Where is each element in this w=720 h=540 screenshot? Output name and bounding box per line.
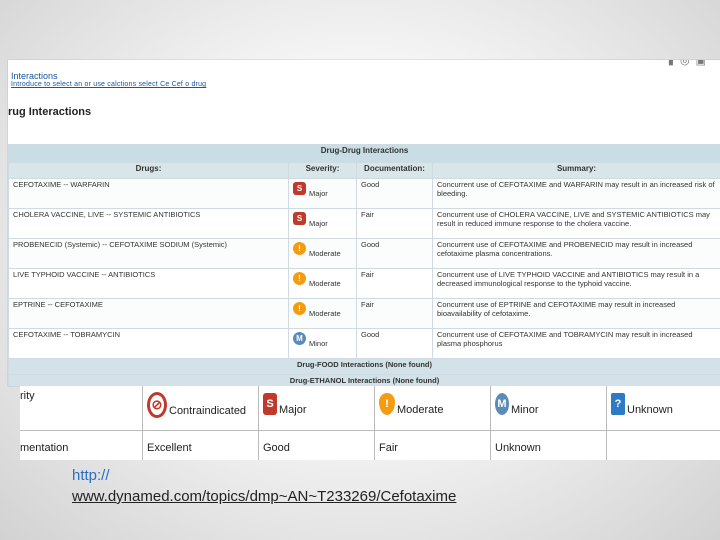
bookmark-icon[interactable]: ◎ xyxy=(680,60,696,67)
legend-severity-unknown: ? Unknown xyxy=(606,386,720,430)
legend-documentation-text: Excellent xyxy=(147,442,192,454)
moderate-severity-icon: ! xyxy=(293,272,306,285)
severity-cell: S Major xyxy=(288,208,357,239)
minor-severity-icon: M xyxy=(293,332,306,345)
drugs-cell[interactable]: CHOLERA VACCINE, LIVE -- SYSTEMIC ANTIBI… xyxy=(8,208,289,239)
legend-severity-label: rity xyxy=(20,390,35,402)
moderate-severity-icon: ! xyxy=(293,242,306,255)
interactions-screenshot: fotaxime ▮◎▣ Interactions Introduce to s… xyxy=(8,60,720,386)
drug-interactions-table: Drug-Drug Interactions Drugs: Severity: … xyxy=(8,144,720,386)
severity-cell: ! Moderate xyxy=(288,268,357,299)
legend-severity-text: Contraindicated xyxy=(169,405,247,417)
legend-severity-text: Minor xyxy=(511,404,539,416)
severity-cell: ! Moderate xyxy=(288,298,357,329)
documentation-cell: Fair xyxy=(356,298,433,329)
table-row: CHOLERA VACCINE, LIVE -- SYSTEMIC ANTIBI… xyxy=(8,208,720,239)
table-body: CEFOTAXIME -- WARFARIN S Major Good Concurre… xyxy=(8,178,720,359)
legend-documentation-text: Good xyxy=(263,442,290,454)
legend-documentation-cell: Good xyxy=(258,431,374,460)
legend-row-label: rity xyxy=(20,386,142,430)
drugs-cell[interactable]: LIVE TYPHOID VACCINE -- ANTIBIOTICS xyxy=(8,268,289,299)
legend-severity-text: Unknown xyxy=(627,404,673,416)
column-header-documentation: Documentation: xyxy=(356,162,433,179)
source-url[interactable]: http:// www.dynamed.com/topics/dmp~AN~T2… xyxy=(72,465,456,507)
summary-cell: Concurrent use of EPTRINE and CEFOTAXIME… xyxy=(432,298,720,329)
legend-documentation-cell: Fair xyxy=(374,431,490,460)
major-severity-icon: S xyxy=(293,182,306,195)
subnav-link[interactable]: Introduce to select an or use calctions … xyxy=(11,81,206,88)
legend-documentation-cell: Excellent xyxy=(142,431,258,460)
legend-severity-row: rity ⊘ Contraindicated S Major! Moderate M Min… xyxy=(20,386,720,430)
app-title: fotaxime xyxy=(8,60,74,65)
table-row: PROBENECID (Systemic) -- CEFOTAXIME SODI… xyxy=(8,238,720,269)
legend-severity-moderate: ! Moderate xyxy=(374,386,490,430)
drugs-cell[interactable]: CEFOTAXIME -- TOBRAMYCIN xyxy=(8,328,289,359)
severity-label: Moderate xyxy=(309,279,341,288)
moderate-severity-icon: ! xyxy=(293,302,306,315)
table-row: EPTRINE -- CEFOTAXIME! Moderate Fair Concur… xyxy=(8,298,720,329)
legend-severity-contra: ⊘ Contraindicated xyxy=(142,386,258,430)
legend-documentation-label: mentation xyxy=(20,442,69,454)
url-line-2[interactable]: www.dynamed.com/topics/dmp~AN~T233269/Ce… xyxy=(72,486,456,507)
printer-icon[interactable]: ▮ xyxy=(668,60,680,67)
legend-documentation-row: mentation Excellent Good Fair Unknown xyxy=(20,430,720,460)
food-interactions-row: Drug-FOOD Interactions (None found) xyxy=(8,358,720,375)
unknown-icon: ? xyxy=(611,393,625,415)
major-severity-icon: S xyxy=(293,212,306,225)
column-header-summary: Summary: xyxy=(432,162,720,179)
legend-row-label: mentation xyxy=(20,431,142,460)
top-toolbar: ▮◎▣ xyxy=(668,60,712,67)
summary-cell: Concurrent use of LIVE TYPHOID VACCINE a… xyxy=(432,268,720,299)
severity-legend: rity ⊘ Contraindicated S Major! Moderate M Min… xyxy=(20,386,720,460)
documentation-cell: Fair xyxy=(356,268,433,299)
table-row: LIVE TYPHOID VACCINE -- ANTIBIOTICS! Mode… xyxy=(8,268,720,299)
severity-label: Moderate xyxy=(309,249,341,258)
legend-severity-major: S Major xyxy=(258,386,374,430)
column-header-severity: Severity: xyxy=(288,162,357,179)
summary-cell: Concurrent use of CEFOTAXIME and WARFARI… xyxy=(432,178,720,209)
severity-cell: ! Moderate xyxy=(288,238,357,269)
contraindicated-icon: ⊘ xyxy=(147,392,167,418)
documentation-cell: Good xyxy=(356,328,433,359)
major-icon: S xyxy=(263,393,277,415)
section-title: rug Interactions xyxy=(8,106,92,118)
legend-severity-text: Major xyxy=(279,404,307,416)
documentation-cell: Good xyxy=(356,178,433,209)
severity-label: Minor xyxy=(309,339,328,348)
legend-severity-text: Moderate xyxy=(397,404,444,416)
close-icon[interactable]: ▣ xyxy=(696,60,712,67)
legend-empty-cell xyxy=(606,431,720,460)
ethanol-interactions-row: Drug-ETHANOL Interactions (None found) xyxy=(8,374,720,386)
drugs-cell[interactable]: PROBENECID (Systemic) -- CEFOTAXIME SODI… xyxy=(8,238,289,269)
severity-cell: M Minor xyxy=(288,328,357,359)
drugs-cell[interactable]: CEFOTAXIME -- WARFARIN xyxy=(8,178,289,209)
column-header-drugs: Drugs: xyxy=(8,162,289,179)
table-caption: Drug-Drug Interactions xyxy=(8,144,720,163)
documentation-cell: Fair xyxy=(356,208,433,239)
table-row: CEFOTAXIME -- TOBRAMYCIN M Minor Good Concur… xyxy=(8,328,720,359)
moderate-icon: ! xyxy=(379,393,395,415)
severity-cell: S Major xyxy=(288,178,357,209)
severity-label: Major xyxy=(309,189,328,198)
table-row: CEFOTAXIME -- WARFARIN S Major Good Concurre… xyxy=(8,178,720,209)
drugs-cell[interactable]: EPTRINE -- CEFOTAXIME xyxy=(8,298,289,329)
legend-severity-minor: M Minor xyxy=(490,386,606,430)
severity-label: Major xyxy=(309,219,328,228)
documentation-cell: Good xyxy=(356,238,433,269)
legend-documentation-text: Fair xyxy=(379,442,398,454)
summary-cell: Concurrent use of CEFOTAXIME and TOBRAMY… xyxy=(432,328,720,359)
minor-icon: M xyxy=(495,393,509,415)
tab-interactions[interactable]: Interactions xyxy=(11,71,58,81)
summary-cell: Concurrent use of CHOLERA VACCINE, LIVE … xyxy=(432,208,720,239)
summary-cell: Concurrent use of CEFOTAXIME and PROBENE… xyxy=(432,238,720,269)
url-line-1[interactable]: http:// xyxy=(72,465,456,486)
severity-label: Moderate xyxy=(309,309,341,318)
